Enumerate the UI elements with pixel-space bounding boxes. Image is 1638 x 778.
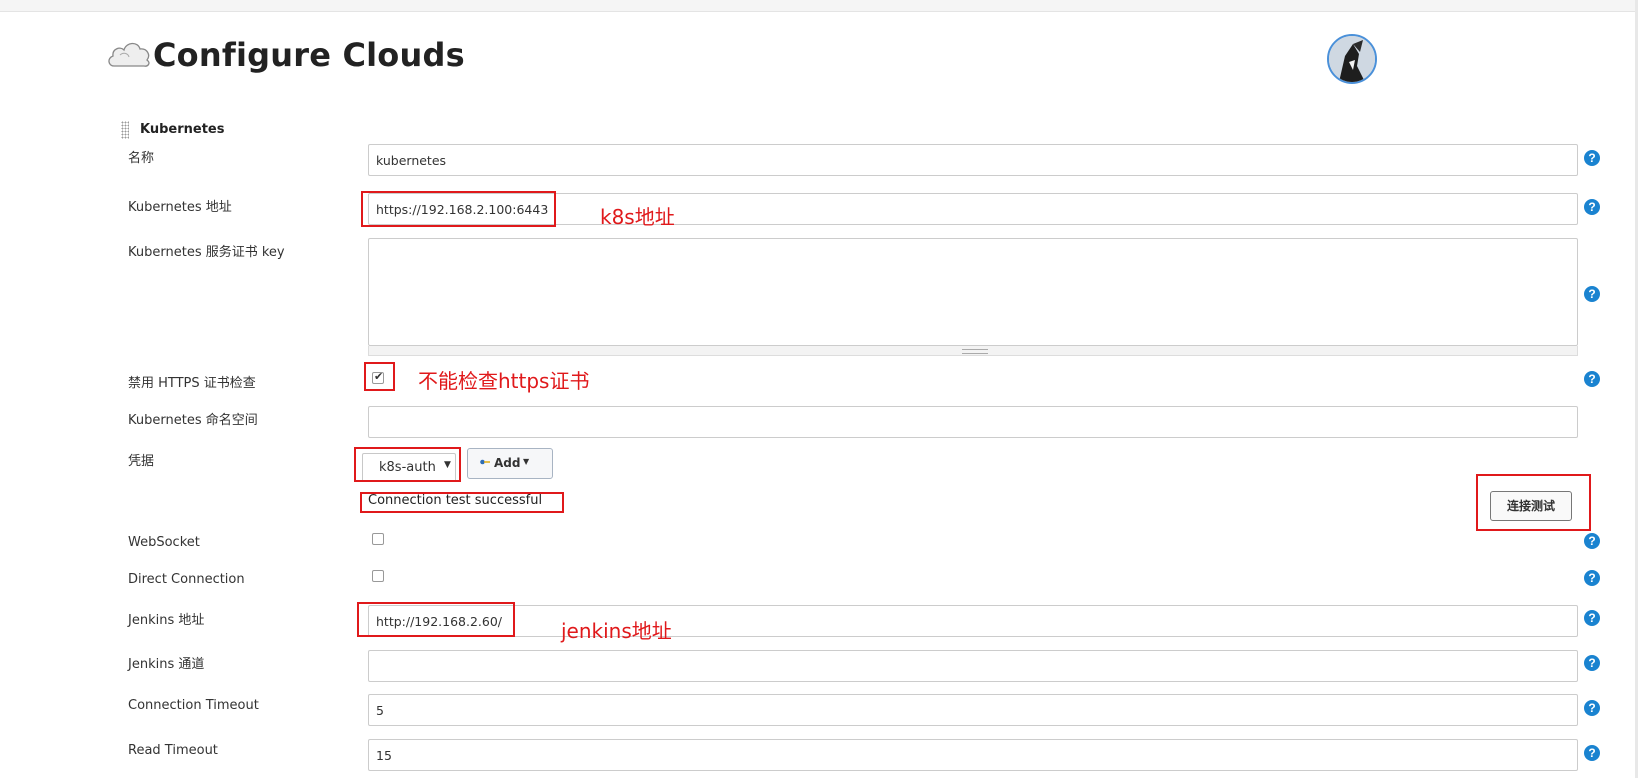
help-icon[interactable]: ?: [1584, 745, 1600, 761]
annotation-k8s-url: k8s地址: [600, 205, 675, 229]
avatar[interactable]: [1327, 34, 1377, 84]
websocket-checkbox[interactable]: [372, 533, 384, 545]
direct-connection-checkbox[interactable]: [372, 570, 384, 582]
annotation-https-check: 不能检查https证书: [418, 369, 590, 393]
name-label: 名称: [128, 151, 155, 166]
direct-connection-label: Direct Connection: [128, 572, 245, 587]
help-icon[interactable]: ?: [1584, 286, 1600, 302]
jenkins-tunnel-input[interactable]: [368, 650, 1578, 682]
skip-tls-label: 禁用 HTTPS 证书检查: [128, 376, 256, 391]
jenkins-tunnel-label: Jenkins 通道: [128, 657, 205, 672]
help-icon[interactable]: ?: [1584, 655, 1600, 671]
namespace-label: Kubernetes 命名空间: [128, 413, 258, 428]
help-icon[interactable]: ?: [1584, 199, 1600, 215]
jenkins-url-label: Jenkins 地址: [128, 613, 205, 628]
drag-handle[interactable]: [121, 121, 129, 139]
help-icon[interactable]: ?: [1584, 371, 1600, 387]
cert-key-textarea[interactable]: [368, 238, 1578, 346]
websocket-label: WebSocket: [128, 535, 200, 550]
add-credentials-button[interactable]: Add ▼: [467, 448, 553, 479]
namespace-input[interactable]: [368, 406, 1578, 438]
annotation-box: [361, 191, 556, 227]
annotation-box: [354, 447, 461, 482]
connection-timeout-label: Connection Timeout: [128, 698, 259, 713]
connection-timeout-input[interactable]: [368, 694, 1578, 726]
add-button-label: Add: [494, 456, 521, 470]
help-icon[interactable]: ?: [1584, 570, 1600, 586]
key-icon: [480, 459, 490, 465]
annotation-box: [1476, 474, 1591, 531]
help-icon[interactable]: ?: [1584, 610, 1600, 626]
name-input[interactable]: [368, 144, 1578, 176]
jenkins-url-input[interactable]: [368, 605, 1578, 637]
avatar-image: [1329, 36, 1375, 82]
page-title: Configure Clouds: [153, 36, 465, 74]
section-title: Kubernetes: [140, 122, 225, 137]
help-icon[interactable]: ?: [1584, 533, 1600, 549]
read-timeout-label: Read Timeout: [128, 743, 218, 758]
annotation-jenkins-url: jenkins地址: [561, 619, 672, 643]
credentials-label: 凭据: [128, 454, 155, 469]
cloud-icon: [108, 42, 150, 67]
kubernetes-url-label: Kubernetes 地址: [128, 200, 232, 215]
annotation-box: [360, 492, 564, 513]
textarea-resize-handle[interactable]: [368, 346, 1578, 356]
cert-key-label: Kubernetes 服务证书 key: [128, 245, 285, 260]
top-bar: [0, 0, 1638, 12]
annotation-box: [364, 362, 395, 391]
caret-down-icon: ▼: [523, 457, 530, 466]
help-icon[interactable]: ?: [1584, 150, 1600, 166]
annotation-box: [357, 602, 515, 637]
read-timeout-input[interactable]: [368, 739, 1578, 771]
help-icon[interactable]: ?: [1584, 700, 1600, 716]
